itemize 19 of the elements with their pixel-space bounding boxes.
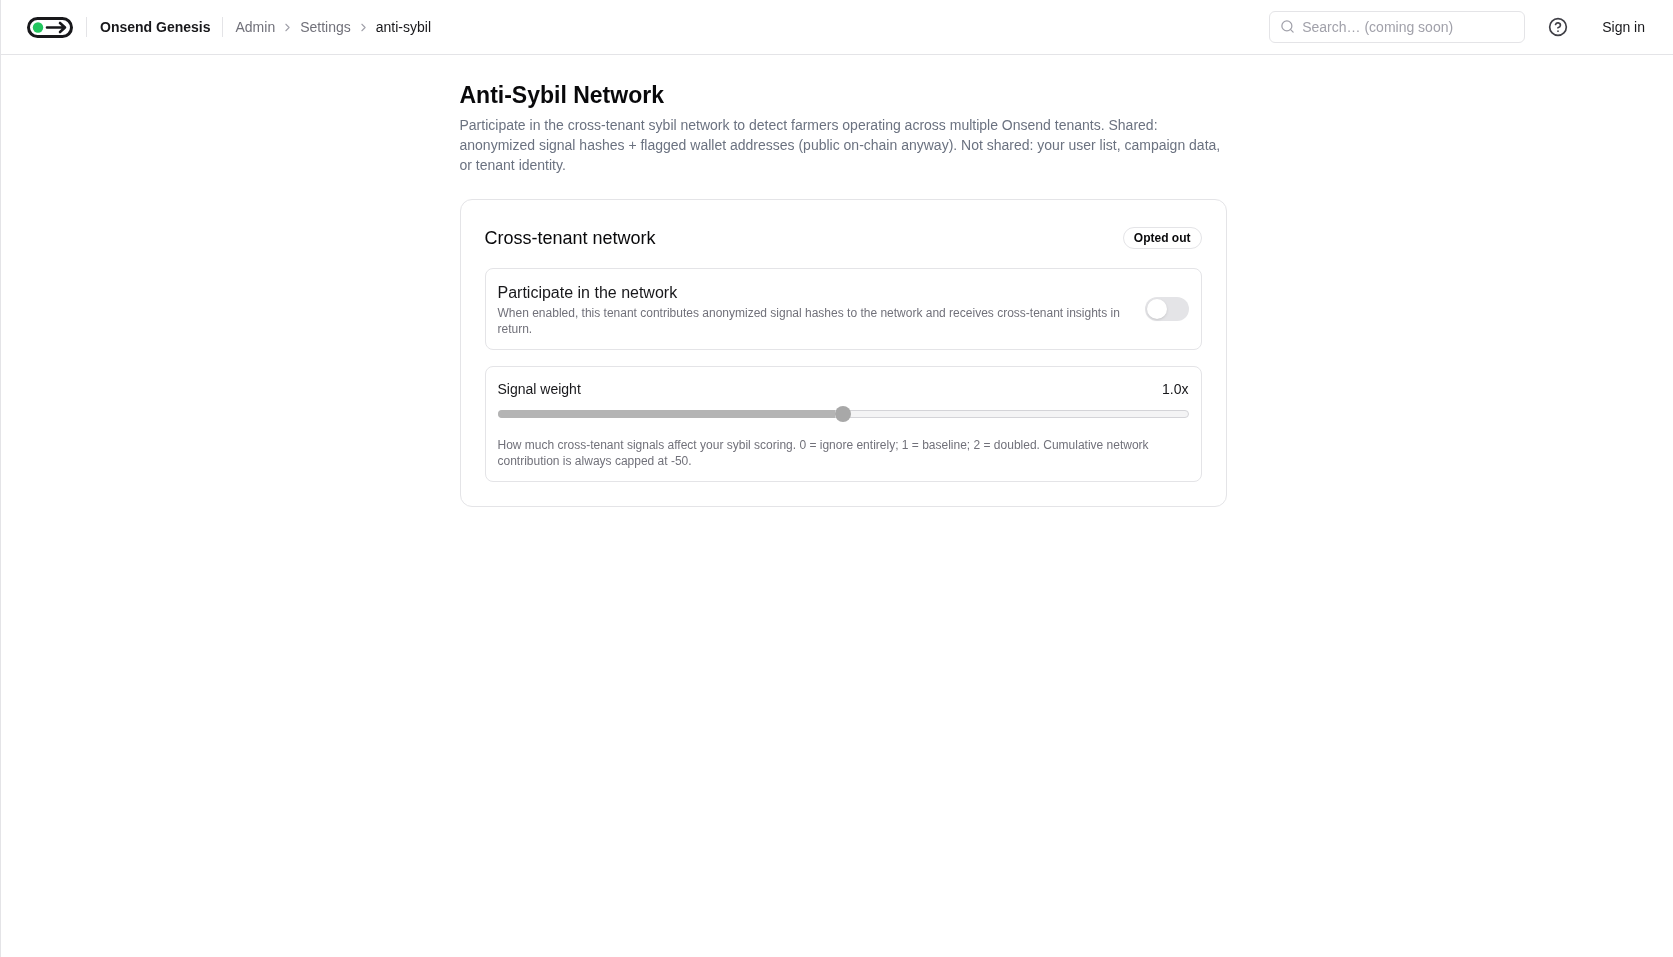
brand-name[interactable]: Onsend Genesis bbox=[100, 16, 211, 38]
setting-title: Signal weight bbox=[497, 380, 581, 399]
setting-description: How much cross-tenant signals affect your sybil scoring. 0 = ignore entirely; 1 = baseline; 2 = doubled. Cumulative network contribution is always capped at -50. bbox=[497, 437, 1150, 469]
breadcrumb-link[interactable]: anti-sybil bbox=[375, 16, 431, 38]
card-title: Cross-tenant network bbox=[484, 227, 656, 250]
search-icon bbox=[1280, 19, 1296, 34]
page-title: Anti-Sybil Network bbox=[459, 81, 665, 109]
breadcrumb-link[interactable]: Settings bbox=[300, 16, 351, 38]
breadcrumb-link[interactable]: Admin bbox=[235, 16, 276, 38]
logo-icon bbox=[27, 16, 73, 38]
toggle-switch[interactable] bbox=[1144, 297, 1189, 321]
page-description: Participate in the cross-tenant sybil network to detect farmers operating across multiple Onsend tenants. Shared: anonymized signal hashes + flagged wallet addresses (public on-chain anyway). Not shared: your user list, campaign data, or tenant identity. bbox=[459, 116, 1222, 175]
setting-title: Participate in the network bbox=[497, 283, 679, 303]
slider-value: 1.0x bbox=[1162, 380, 1189, 399]
setting-description: When enabled, this tenant contributes anonymized signal hashes to the network and receives cross-tenant insights in return. bbox=[497, 305, 1121, 337]
slider-thumb[interactable] bbox=[835, 406, 851, 422]
search-field[interactable]: Search… (coming soon) bbox=[1269, 11, 1526, 43]
help-icon bbox=[1548, 17, 1569, 37]
sign-in-button[interactable]: Sign in bbox=[1590, 9, 1657, 45]
